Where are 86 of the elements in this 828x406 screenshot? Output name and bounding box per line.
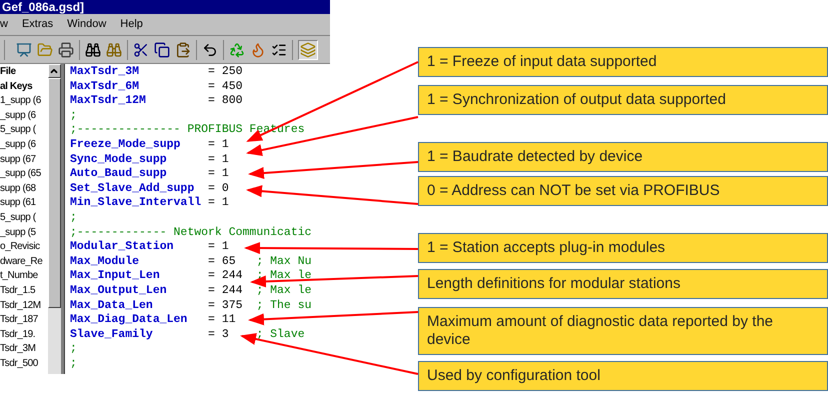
tree-item[interactable]: _supp (5 [0,226,36,240]
tree-item[interactable]: supp (67 [0,152,36,168]
paste-icon[interactable] [175,42,191,58]
window-title: Gef_086a.gsd] [0,0,330,14]
code-key: Min_Slave_Intervall [70,196,202,211]
tree-item[interactable]: dware_Re [0,254,42,270]
code-value: = 450 [208,80,243,94]
code-key: Max_Input_Len [70,269,160,284]
menu-item[interactable]: Window [67,16,106,33]
printer-icon[interactable] [58,42,74,58]
callout-box: 1 = Station accepts plug-in modules [418,233,828,263]
chart-board-icon[interactable] [16,42,32,58]
code-key: Sync_Mode_supp [70,152,167,168]
tree-item[interactable]: Tsdr_12M [0,298,41,314]
flame-icon[interactable] [250,42,266,58]
tree-item[interactable]: File [0,65,16,80]
code-comment: ;------------- Network Communicatic [70,226,312,240]
stack-icon [300,42,316,58]
tree-item[interactable]: t_Numbe [0,269,38,284]
undo-icon[interactable] [202,42,218,58]
callout-box: Length definitions for modular stations [418,269,828,299]
callout-box: 0 = Address can NOT be set via PROFIBUS [418,176,828,206]
code-comment: ; Max Nu [256,254,312,270]
code-value: = 244 [208,269,243,284]
code-value: = 1 [208,167,229,182]
callout-box: 1 = Baudrate detected by device [418,142,828,172]
menu-item[interactable]: Help [120,16,143,33]
code-key: Freeze_Mode_supp [70,138,180,153]
code-key: Max_Diag_Data_Len [70,313,188,328]
code-key: MaxTsdr_12M [70,94,146,109]
binoculars-icon[interactable] [85,42,101,58]
code-key: Max_Data_Len [70,298,153,314]
tree-item[interactable]: supp (68 [0,182,36,196]
tree-item[interactable]: Tsdr_187 [0,313,38,328]
tree-item[interactable]: _supp (6 [0,138,36,153]
menu-item[interactable]: w [0,16,8,33]
code-key: Max_Output_Len [70,284,167,298]
code-value: = 65 [208,254,236,270]
copy-icon[interactable] [154,42,170,58]
tree-item[interactable]: o_Revisic [0,240,40,255]
menu-item[interactable]: Extras [22,16,54,33]
tree-item[interactable]: 5_supp ( [0,123,36,138]
code-key: Slave_Family [70,328,153,342]
code-key: Auto_Baud_supp [70,167,167,182]
code-comment: ; Slave [256,328,305,342]
code-value: = 375 [208,298,243,314]
tree-item[interactable]: Tsdr_500 [0,356,38,372]
code-key: Modular_Station [70,240,174,255]
tree-item[interactable]: Tsdr_19. [0,328,36,342]
code-comment: ; The su [256,298,312,314]
code-value: = 244 [208,284,243,298]
tree-item[interactable]: _supp (6 [0,108,36,124]
code-comment: ; [70,356,77,372]
scrollbar[interactable] [48,64,61,374]
scissors-icon[interactable] [133,42,149,58]
code-value: = 1 [208,240,229,255]
tree-item[interactable]: 5_supp ( [0,210,36,226]
code-key: MaxTsdr_3M [70,65,140,80]
code-value: = 1 [208,196,229,211]
callout-box: 1 = Synchronization of output data supported [418,85,828,115]
callout-box: Maximum amount of diagnostic data reported by the device [418,307,828,355]
tree-item[interactable]: Tsdr_1.5 [0,284,36,298]
tree-item[interactable]: supp (61 [0,196,36,211]
code-comment: ; [70,342,77,357]
code-key: Set_Slave_Add_supp [70,182,194,196]
code-value: = 800 [208,94,243,109]
code-comment: ; [70,210,77,226]
code-value: = 1 [208,138,229,153]
tree-item[interactable]: Tsdr_3M [0,342,36,357]
code-value: = 0 [208,182,229,196]
checklist-icon[interactable] [271,42,287,58]
toggle-button[interactable] [298,40,318,60]
code-comment: ; [70,108,77,124]
callout-box: Used by configuration tool [418,361,828,391]
code-comment: ; Max le [256,284,312,298]
code-value: = 3 [208,328,229,342]
scroll-up-icon[interactable] [49,66,60,76]
code-value: = 1 [208,152,229,168]
code-value: = 250 [208,65,243,80]
tree-item[interactable]: _supp (65 [0,167,41,182]
callout-box: 1 = Freeze of input data supported [418,47,828,77]
tree-item[interactable]: 1_supp (6 [0,94,41,109]
code-value: = 11 [208,313,236,328]
code-key: MaxTsdr_6M [70,80,140,94]
tree-item[interactable]: al Keys [0,80,32,94]
code-key: Max_Module [70,254,140,270]
